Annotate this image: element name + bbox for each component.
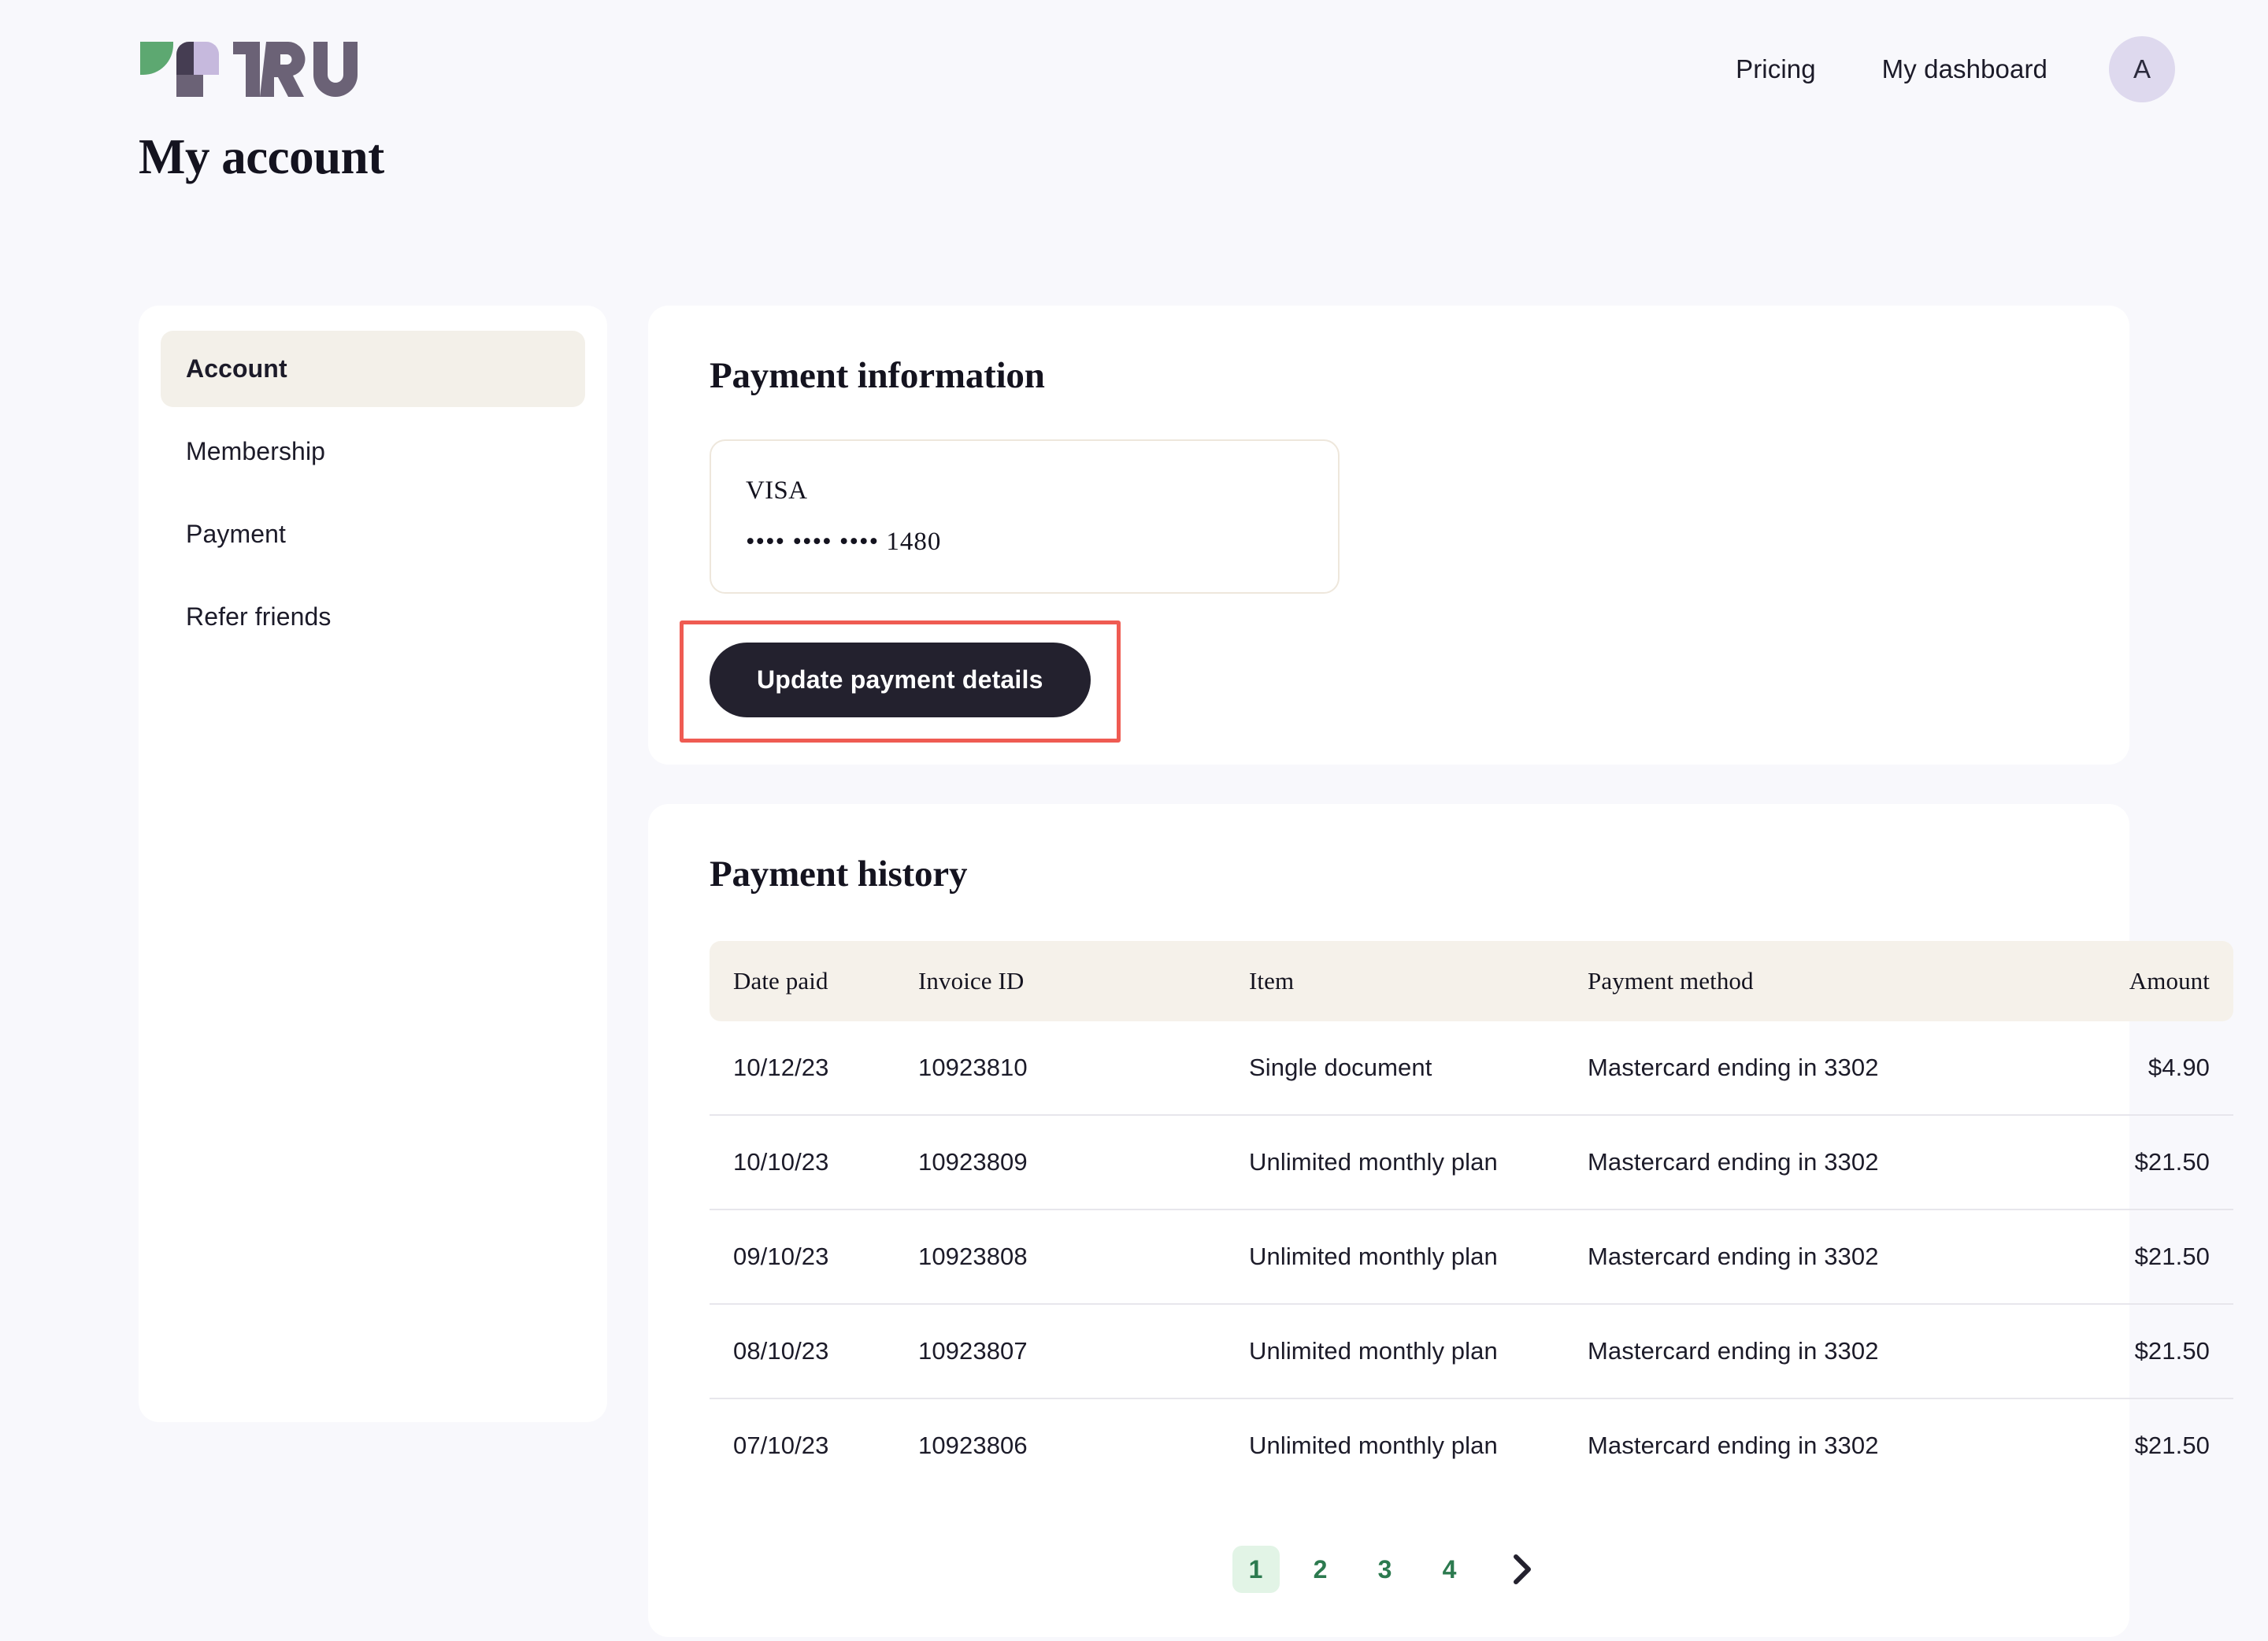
chevron-right-icon bbox=[1513, 1554, 1531, 1584]
main-nav: Pricing My dashboard A bbox=[1703, 35, 2175, 102]
payment-information-title: Payment information bbox=[710, 355, 1045, 396]
table-header-row: Date paid Invoice ID Item Payment method… bbox=[710, 941, 2233, 1021]
main-content: Payment information VISA •••• •••• •••• … bbox=[648, 306, 2233, 1637]
cell-invoice-id: 10923808 bbox=[918, 1209, 1249, 1305]
cell-amount: $21.50 bbox=[2029, 1209, 2233, 1305]
cell-payment-method: Mastercard ending in 3302 bbox=[1588, 1115, 2029, 1210]
cell-amount: $21.50 bbox=[2029, 1115, 2233, 1210]
cell-invoice-id: 10923809 bbox=[918, 1115, 1249, 1210]
payment-history-table: Date paid Invoice ID Item Payment method… bbox=[710, 941, 2233, 1492]
pagination-page-3[interactable]: 3 bbox=[1362, 1546, 1409, 1593]
cell-date-paid: 10/10/23 bbox=[710, 1115, 918, 1210]
cell-invoice-id: 10923807 bbox=[918, 1304, 1249, 1399]
avatar-initial: A bbox=[2133, 54, 2151, 83]
cell-amount: $4.90 bbox=[2029, 1021, 2233, 1116]
pagination: 1 2 3 4 bbox=[710, 1546, 2068, 1593]
cell-item: Unlimited monthly plan bbox=[1249, 1432, 1498, 1459]
card-number-masked: •••• •••• •••• 1480 bbox=[746, 528, 942, 556]
table-head: Date paid Invoice ID Item Payment method… bbox=[710, 941, 2233, 1021]
site-header: Pricing My dashboard A bbox=[0, 0, 2268, 138]
payment-history-title: Payment history bbox=[710, 854, 968, 895]
cell-amount: $21.50 bbox=[2029, 1304, 2233, 1399]
nav-link-my-dashboard[interactable]: My dashboard bbox=[1849, 54, 2081, 84]
table-row[interactable]: 07/10/23 10923806 Unlimited monthly plan… bbox=[710, 1398, 2233, 1492]
cell-item: Single document bbox=[1249, 1021, 1588, 1116]
pagination-page-4[interactable]: 4 bbox=[1426, 1546, 1473, 1593]
sidebar-item-payment[interactable]: Payment bbox=[161, 496, 585, 572]
saved-card[interactable]: VISA •••• •••• •••• 1480 bbox=[710, 439, 1340, 594]
account-sidebar: Account Membership Payment Refer friends bbox=[139, 306, 607, 1422]
cell-date-paid: 09/10/23 bbox=[710, 1209, 918, 1305]
cell-payment-method: Mastercard ending in 3302 bbox=[1588, 1304, 2029, 1399]
pagination-page-2[interactable]: 2 bbox=[1297, 1546, 1344, 1593]
cell-item: Unlimited monthly plan bbox=[1249, 1304, 1588, 1399]
payment-history-card: Payment history Date paid Invoice ID Ite… bbox=[648, 804, 2233, 1637]
table-row[interactable]: 10/10/23 10923809 Unlimited monthly plan… bbox=[710, 1115, 2233, 1210]
sidebar-item-refer-friends[interactable]: Refer friends bbox=[161, 579, 585, 655]
sidebar-item-account[interactable]: Account bbox=[161, 331, 585, 407]
sidebar-item-membership[interactable]: Membership bbox=[161, 413, 585, 490]
cell-item: Unlimited monthly plan bbox=[1249, 1115, 1588, 1210]
table-row[interactable]: 08/10/23 10923807 Unlimited monthly plan… bbox=[710, 1304, 2233, 1399]
cell-payment-method: Mastercard ending in 3302 bbox=[1588, 1209, 2029, 1305]
trudy-logo-mark bbox=[140, 41, 219, 97]
nav-link-pricing[interactable]: Pricing bbox=[1703, 54, 1849, 84]
update-payment-details-button[interactable]: Update payment details bbox=[710, 643, 1091, 717]
column-header-item: Item bbox=[1249, 941, 1588, 1021]
trudy-logo[interactable] bbox=[139, 35, 397, 103]
pagination-next-button[interactable] bbox=[1499, 1546, 1546, 1593]
cell-payment-method: Mastercard ending in 3302 bbox=[1588, 1432, 1879, 1459]
cell-invoice-id: 10923810 bbox=[918, 1021, 1249, 1116]
column-header-date-paid: Date paid bbox=[710, 941, 918, 1021]
update-payment-highlight-region: Update payment details bbox=[680, 620, 1121, 743]
table-body: 10/12/23 10923810 Single document Master… bbox=[710, 1021, 2233, 1492]
cell-amount: $21.50 bbox=[2134, 1432, 2210, 1459]
column-header-payment-method: Payment method bbox=[1588, 941, 2029, 1021]
cell-invoice-id: 10923806 bbox=[918, 1432, 1028, 1459]
column-header-invoice-id: Invoice ID bbox=[918, 941, 1249, 1021]
cell-date-paid: 07/10/23 bbox=[733, 1432, 829, 1459]
cell-date-paid: 08/10/23 bbox=[710, 1304, 918, 1399]
cell-item: Unlimited monthly plan bbox=[1249, 1209, 1588, 1305]
column-header-amount: Amount bbox=[2029, 941, 2233, 1021]
trudy-logo-wordmark bbox=[233, 41, 358, 97]
cell-date-paid: 10/12/23 bbox=[710, 1021, 918, 1116]
card-brand-label: VISA bbox=[746, 476, 808, 505]
cell-payment-method: Mastercard ending in 3302 bbox=[1588, 1021, 2029, 1116]
payment-information-card: Payment information VISA •••• •••• •••• … bbox=[648, 306, 2129, 765]
avatar[interactable]: A bbox=[2109, 35, 2175, 102]
table-row[interactable]: 09/10/23 10923808 Unlimited monthly plan… bbox=[710, 1209, 2233, 1305]
pagination-page-1[interactable]: 1 bbox=[1232, 1546, 1280, 1593]
page-layout: Account Membership Payment Refer friends… bbox=[0, 306, 2268, 1637]
table-row[interactable]: 10/12/23 10923810 Single document Master… bbox=[710, 1021, 2233, 1116]
